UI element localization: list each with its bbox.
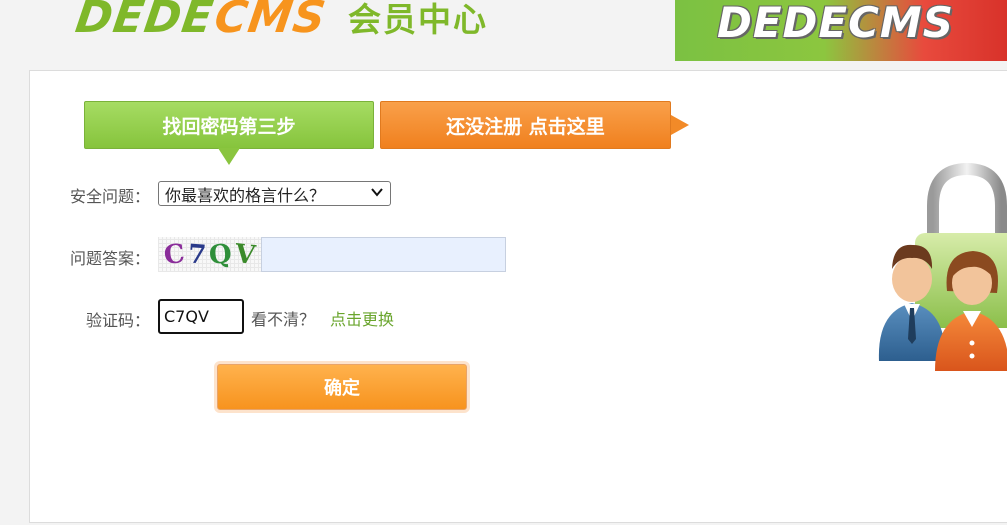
- reset-password-panel: 找回密码第三步 还没注册 点击这里 安全问题： 你最喜欢的格言什么？ 问题答案：…: [29, 70, 1007, 523]
- register-tab-label: 还没注册 点击这里: [446, 115, 605, 138]
- confirm-button[interactable]: 确定: [217, 364, 467, 410]
- verification-code-value: C7QV: [164, 307, 209, 326]
- confirm-button-label: 确定: [324, 378, 360, 399]
- captcha-char: C: [162, 238, 186, 271]
- refresh-captcha-link[interactable]: 点击更换: [330, 306, 394, 330]
- captcha-char: 7: [186, 238, 207, 271]
- chevron-down-icon: [370, 185, 384, 203]
- register-tab-button[interactable]: 还没注册 点击这里: [380, 101, 689, 149]
- verification-code-input[interactable]: C7QV: [158, 299, 244, 334]
- answer-input[interactable]: [261, 237, 506, 272]
- security-question-label: 安全问题：: [69, 187, 150, 206]
- logo-dede-text: DEDE: [72, 0, 217, 43]
- security-question-select[interactable]: 你最喜欢的格言什么？: [158, 181, 391, 206]
- banner-text: DEDECMS: [717, 0, 954, 47]
- security-question-value: 你最喜欢的格言什么？: [165, 185, 326, 205]
- captcha-image[interactable]: C 7 Q V: [158, 237, 261, 272]
- answer-label: 问题答案：: [69, 249, 150, 268]
- captcha-char: Q: [208, 238, 233, 271]
- logo-cms-text: CMS: [211, 0, 330, 43]
- member-center-title: 会员中心: [347, 0, 488, 39]
- step-three-tab: 找回密码第三步: [84, 101, 374, 165]
- users-lock-icon: [875, 161, 1007, 381]
- header-banner[interactable]: DEDECMS: [675, 0, 1007, 61]
- site-logo[interactable]: DEDE CMS 会员中心: [72, 0, 488, 44]
- step-three-label: 找回密码第三步: [162, 115, 296, 138]
- verification-code-label: 验证码：: [85, 311, 150, 330]
- captcha-char: V: [233, 238, 257, 271]
- cant-see-hint: 看不清？: [251, 310, 316, 329]
